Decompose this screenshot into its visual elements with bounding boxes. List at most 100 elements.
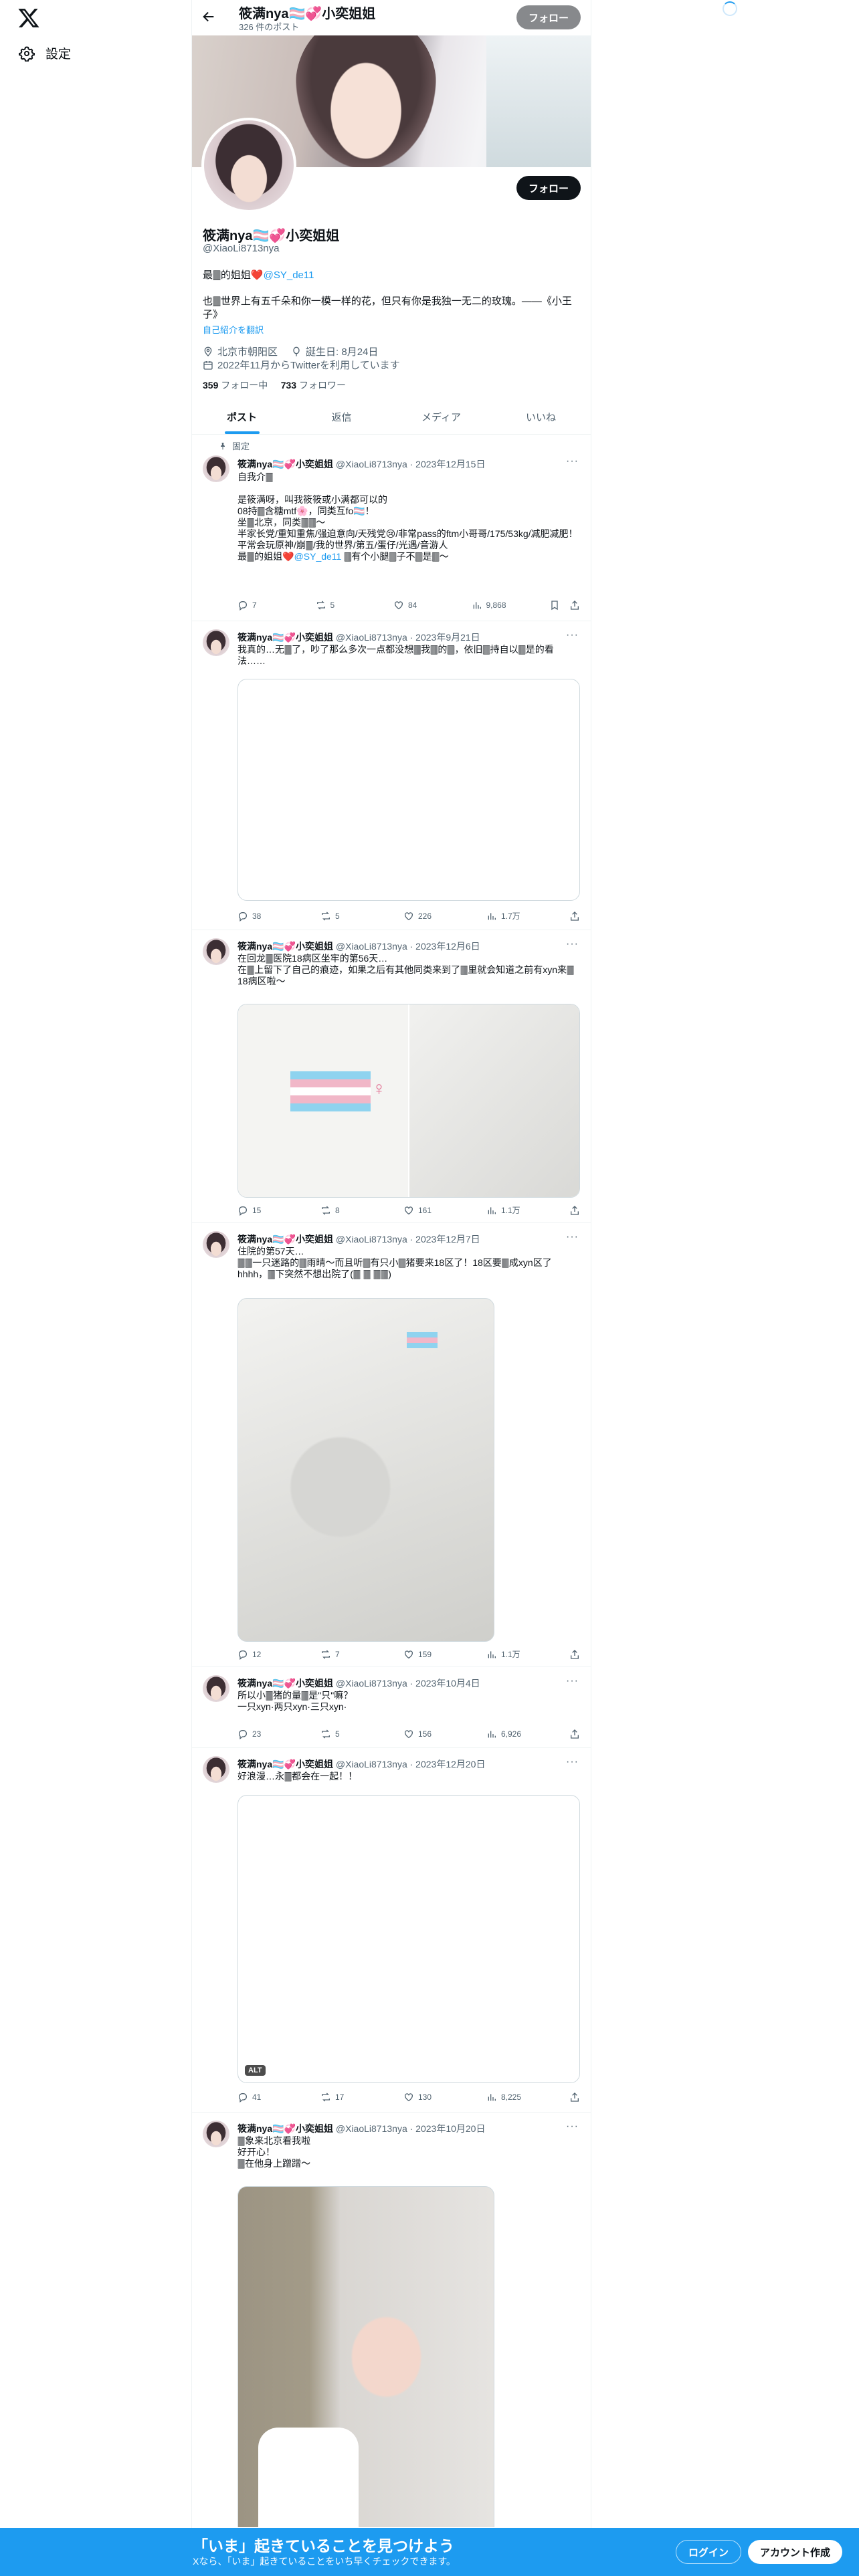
post-avatar[interactable] bbox=[203, 2121, 229, 2147]
repost-count: 8 bbox=[335, 1205, 340, 1215]
more-options-icon[interactable]: ··· bbox=[566, 1231, 579, 1243]
post-meta[interactable]: @XiaoLi8713nya · 2023年12月7日 bbox=[336, 1234, 480, 1245]
post-author-name[interactable]: 筱满nya🏳️‍⚧️💞小奕姐姐 bbox=[237, 1234, 333, 1245]
bio-line-2: 也🀫世界上有五千朵和你一模一样的花，但只有你是我独一无二的玫瑰。——《小王子》 bbox=[203, 296, 572, 320]
translate-bio-link[interactable]: 自己紹介を翻訳 bbox=[203, 323, 264, 336]
post-meta[interactable]: @XiaoLi8713nya · 2023年12月20日 bbox=[336, 1759, 486, 1769]
post-media[interactable]: ALT bbox=[237, 1795, 580, 2083]
login-button[interactable]: ログイン bbox=[676, 2540, 742, 2564]
following-label: フォロー中 bbox=[221, 380, 268, 391]
like-button[interactable]: 226 bbox=[403, 911, 444, 922]
post[interactable]: 筱满nya🏳️‍⚧️💞小奕姐姐 @XiaoLi8713nya · 2023年10… bbox=[192, 1667, 591, 1748]
flag-stripe bbox=[407, 1337, 438, 1343]
share-icon[interactable] bbox=[569, 1729, 580, 1739]
post-mention-link[interactable]: @SY_de11 bbox=[294, 551, 342, 562]
reply-button[interactable]: 23 bbox=[237, 1729, 278, 1739]
following-link[interactable]: 359 フォロー中 bbox=[203, 380, 268, 391]
post[interactable]: 筱满nya🏳️‍⚧️💞小奕姐姐 @XiaoLi8713nya · 2023年12… bbox=[192, 930, 591, 1223]
repost-button[interactable]: 17 bbox=[320, 2092, 361, 2103]
post-avatar[interactable] bbox=[203, 455, 229, 482]
like-button[interactable]: 84 bbox=[393, 600, 434, 611]
post-author-name[interactable]: 筱满nya🏳️‍⚧️💞小奕姐姐 bbox=[237, 1678, 333, 1689]
post-author-name[interactable]: 筱满nya🏳️‍⚧️💞小奕姐姐 bbox=[237, 1759, 333, 1769]
profile-avatar[interactable] bbox=[201, 118, 296, 213]
media-photo-drawing[interactable] bbox=[409, 1004, 579, 1197]
bookmark-icon[interactable] bbox=[549, 600, 560, 611]
post-actions: 15 8 161 1.1万 bbox=[237, 1204, 580, 1216]
reply-icon bbox=[238, 1650, 247, 1660]
share-icon[interactable] bbox=[569, 1649, 580, 1660]
reply-button[interactable]: 15 bbox=[237, 1205, 278, 1216]
post-avatar[interactable] bbox=[203, 1231, 229, 1258]
post-avatar[interactable] bbox=[203, 1675, 229, 1702]
repost-button[interactable]: 8 bbox=[320, 1205, 361, 1216]
post-avatar[interactable] bbox=[203, 938, 229, 965]
tab-media[interactable]: メディア bbox=[391, 399, 491, 434]
like-button[interactable]: 161 bbox=[403, 1205, 444, 1216]
follow-button[interactable]: フォロー bbox=[516, 176, 581, 200]
post-avatar[interactable] bbox=[203, 629, 229, 656]
more-options-icon[interactable]: ··· bbox=[566, 1756, 579, 1768]
more-options-icon[interactable]: ··· bbox=[566, 2121, 579, 2133]
views-button[interactable]: 8,225 bbox=[486, 2092, 527, 2103]
views-button[interactable]: 1.1万 bbox=[486, 1204, 527, 1216]
header-follow-button[interactable]: フォロー bbox=[516, 5, 581, 29]
post-media-photo[interactable] bbox=[237, 2186, 494, 2527]
reply-button[interactable]: 7 bbox=[237, 600, 278, 611]
post[interactable]: 筱满nya🏳️‍⚧️💞小奕姐姐 @XiaoLi8713nya · 2023年12… bbox=[192, 1223, 591, 1667]
like-button[interactable]: 159 bbox=[403, 1649, 444, 1660]
post-meta[interactable]: @XiaoLi8713nya · 2023年9月21日 bbox=[336, 632, 480, 643]
post-author-name[interactable]: 筱满nya🏳️‍⚧️💞小奕姐姐 bbox=[237, 941, 333, 952]
views-button[interactable]: 6,926 bbox=[486, 1729, 527, 1739]
post-author-name[interactable]: 筱满nya🏳️‍⚧️💞小奕姐姐 bbox=[237, 459, 333, 469]
post-media[interactable] bbox=[237, 679, 580, 901]
repost-button[interactable]: 7 bbox=[320, 1649, 361, 1660]
reply-button[interactable]: 38 bbox=[237, 911, 278, 922]
post-body-tail: 🀫有个小腿🀫子不🀫是🀫～ bbox=[341, 551, 449, 562]
repost-button[interactable]: 5 bbox=[320, 911, 361, 922]
flag-stripe bbox=[407, 1332, 438, 1337]
post[interactable]: 筱满nya🏳️‍⚧️💞小奕姐姐 @XiaoLi8713nya · 2023年9月… bbox=[192, 621, 591, 930]
post-meta[interactable]: @XiaoLi8713nya · 2023年12月6日 bbox=[336, 941, 480, 952]
post-author-name[interactable]: 筱满nya🏳️‍⚧️💞小奕姐姐 bbox=[237, 2123, 333, 2134]
back-arrow-icon[interactable] bbox=[201, 9, 216, 24]
post-meta[interactable]: @XiaoLi8713nya · 2023年10月4日 bbox=[336, 1678, 480, 1689]
share-icon[interactable] bbox=[569, 600, 580, 611]
reply-button[interactable]: 41 bbox=[237, 2092, 278, 2103]
views-button[interactable]: 9,868 bbox=[472, 600, 512, 611]
profile-location: 北京市朝阳区 bbox=[217, 346, 278, 358]
settings-link[interactable]: 設定 bbox=[19, 44, 71, 62]
post-avatar[interactable] bbox=[203, 1756, 229, 1783]
post-media-gallery[interactable]: ♀ bbox=[237, 1004, 580, 1198]
post-meta[interactable]: @XiaoLi8713nya · 2023年12月15日 bbox=[336, 459, 486, 469]
pinned-post[interactable]: 固定 筱满nya🏳️‍⚧️💞小奕姐姐 @XiaoLi8713nya · 2023… bbox=[192, 435, 591, 621]
more-options-icon[interactable]: ··· bbox=[566, 455, 579, 467]
like-button[interactable]: 130 bbox=[403, 2092, 444, 2103]
x-logo-icon[interactable] bbox=[17, 7, 40, 29]
post-author-name[interactable]: 筱满nya🏳️‍⚧️💞小奕姐姐 bbox=[237, 632, 333, 643]
tab-likes[interactable]: いいね bbox=[491, 399, 591, 434]
views-button[interactable]: 1.1万 bbox=[486, 1648, 527, 1660]
share-icon[interactable] bbox=[569, 2092, 580, 2103]
alt-text-badge[interactable]: ALT bbox=[245, 2065, 266, 2076]
bio-mention-link[interactable]: @SY_de11 bbox=[264, 270, 314, 281]
post[interactable]: 筱满nya🏳️‍⚧️💞小奕姐姐 @XiaoLi8713nya · 2023年12… bbox=[192, 1748, 591, 2113]
repost-button[interactable]: 5 bbox=[316, 600, 356, 611]
share-icon[interactable] bbox=[569, 1205, 580, 1216]
media-photo-flag[interactable]: ♀ bbox=[238, 1004, 408, 1197]
more-options-icon[interactable]: ··· bbox=[566, 629, 579, 641]
repost-button[interactable]: 5 bbox=[320, 1729, 361, 1739]
more-options-icon[interactable]: ··· bbox=[566, 1675, 579, 1687]
reply-button[interactable]: 12 bbox=[237, 1649, 278, 1660]
tab-replies[interactable]: 返信 bbox=[292, 399, 391, 434]
post-meta[interactable]: @XiaoLi8713nya · 2023年10月20日 bbox=[336, 2123, 486, 2134]
views-button[interactable]: 1.7万 bbox=[486, 910, 527, 922]
tab-posts[interactable]: ポスト bbox=[192, 399, 292, 434]
share-icon[interactable] bbox=[569, 911, 580, 922]
like-button[interactable]: 156 bbox=[403, 1729, 444, 1739]
followers-link[interactable]: 733 フォロワー bbox=[281, 380, 346, 391]
post-media-photo[interactable] bbox=[237, 1298, 494, 1642]
post[interactable]: 筱满nya🏳️‍⚧️💞小奕姐姐 @XiaoLi8713nya · 2023年10… bbox=[192, 2113, 591, 2527]
more-options-icon[interactable]: ··· bbox=[566, 938, 579, 950]
create-account-button[interactable]: アカウント作成 bbox=[748, 2540, 843, 2564]
